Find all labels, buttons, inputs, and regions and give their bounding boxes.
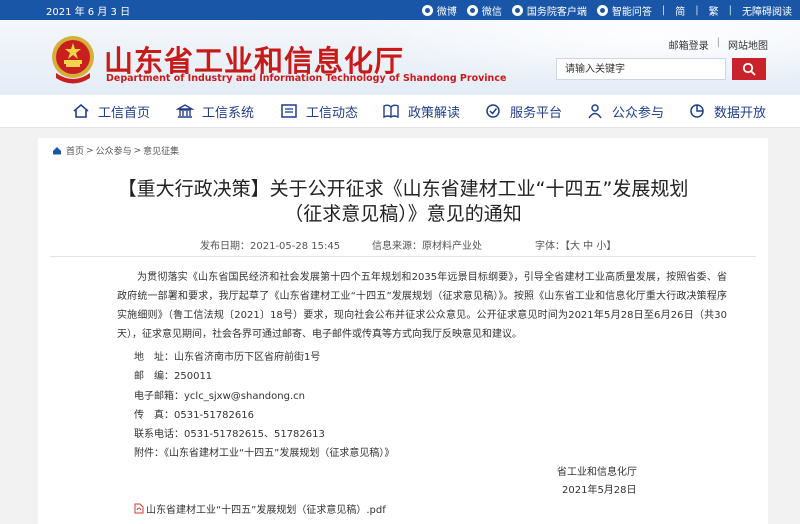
article-paragraph: 为贯彻落实《山东省国民经济和社会发展第十四个五年规划和2035年远景目标纲要》，…: [117, 272, 727, 340]
people-icon: [588, 104, 602, 119]
nav-item-service[interactable]: 服务平台: [484, 95, 562, 127]
state-council-app-link[interactable]: 国务院客户端: [511, 3, 587, 18]
signature-date: 2021年5月28日: [562, 485, 637, 496]
pdf-icon: [134, 503, 144, 514]
nav-item-open-data[interactable]: 数据开放: [688, 95, 766, 127]
main-nav: 工信首页 工信系统 工信动态 政策解读 服务平台 公众参与 数据开放: [0, 95, 800, 128]
national-emblem-icon: [52, 36, 94, 84]
app-icon: [511, 5, 523, 16]
nav-item-policy[interactable]: 政策解读: [382, 95, 460, 127]
wechat-link[interactable]: 微信: [466, 3, 502, 18]
signature-organization: 省工业和信息化厅: [557, 467, 637, 478]
wechat-icon: [466, 5, 478, 16]
top-links: 微博 微信 国务院客户端 智能问答 | 简 | 繁 | 无障碍阅读: [412, 3, 792, 18]
font-size-selector[interactable]: 字体：【大 中 小】: [535, 237, 616, 252]
service-icon: [486, 104, 500, 118]
mail-login-link[interactable]: 邮箱登录: [669, 37, 709, 52]
building-icon: [176, 104, 194, 118]
info-source: 信息来源：原材料产业处: [372, 241, 482, 252]
phone-line: 联系电话：0531-51782615、51782613: [134, 429, 325, 440]
breadcrumb-consultation[interactable]: 意见征集: [143, 144, 179, 157]
fax-line: 传 真：0531-51782616: [134, 410, 254, 421]
search-input[interactable]: [556, 58, 726, 80]
nav-item-participation[interactable]: 公众参与: [586, 95, 664, 127]
chat-icon: [596, 5, 608, 16]
breadcrumb-home[interactable]: 首页: [66, 144, 84, 157]
nav-item-home[interactable]: 工信首页: [72, 95, 150, 127]
nav-item-news[interactable]: 工信动态: [280, 95, 358, 127]
home-icon: [73, 103, 89, 118]
header-links: 邮箱登录 | 网站地图: [668, 37, 768, 52]
article-title-line-2: （征求意见稿）》意见的通知: [284, 203, 522, 225]
weibo-icon: [421, 5, 433, 16]
attachment-note: 附件：《山东省建材工业“十四五”发展规划（征求意见稿）》: [134, 448, 395, 459]
search-button[interactable]: [732, 58, 766, 80]
email-line: 电子邮箱：yclc_sjxw@shandong.cn: [134, 391, 305, 402]
simplified-chinese-link[interactable]: 简: [675, 3, 685, 18]
breadcrumb-participation[interactable]: 公众参与: [96, 144, 132, 157]
traditional-chinese-link[interactable]: 繁: [709, 3, 719, 18]
weibo-link[interactable]: 微博: [421, 3, 457, 18]
search-icon: [742, 62, 756, 76]
divider: [50, 256, 756, 257]
home-icon: [53, 147, 61, 155]
top-utility-bar: 2021 年 6 月 3 日 微博 微信 国务院客户端 智能问答 | 简 | 繁…: [0, 0, 800, 20]
smart-qa-link[interactable]: 智能问答: [596, 3, 652, 18]
nav-item-system[interactable]: 工信系统: [176, 95, 254, 127]
data-icon: [690, 104, 704, 118]
publish-date: 发布日期：2021-05-28 15:45: [200, 241, 341, 252]
article-meta: 发布日期：2021-05-28 15:45 信息来源：原材料产业处 字体：【大 …: [38, 237, 768, 252]
site-header: 山东省工业和信息化厅 Department of Industry and In…: [0, 20, 800, 95]
site-subtitle: Department of Industry and Information T…: [106, 73, 507, 84]
policy-icon: [383, 104, 399, 119]
site-map-link[interactable]: 网站地图: [728, 37, 768, 52]
article-title-line-1: 【重大行政决策】关于公开征求《山东省建材工业“十四五”发展规划: [117, 178, 689, 200]
attachment-link[interactable]: 山东省建材工业“十四五”发展规划（征求意见稿）.pdf: [134, 501, 386, 516]
accessibility-link[interactable]: 无障碍阅读: [742, 3, 792, 18]
postcode-line: 邮 编：250011: [134, 371, 213, 382]
current-date: 2021 年 6 月 3 日: [46, 7, 131, 18]
article-container: 首页 > 公众参与 > 意见征集 【重大行政决策】关于公开征求《山东省建材工业“…: [38, 138, 768, 524]
search-box: [556, 58, 768, 80]
address-line: 地 址：山东省济南市历下区省府前街1号: [134, 352, 321, 363]
breadcrumb: 首页 > 公众参与 > 意见征集: [52, 144, 179, 157]
news-icon: [281, 104, 297, 118]
